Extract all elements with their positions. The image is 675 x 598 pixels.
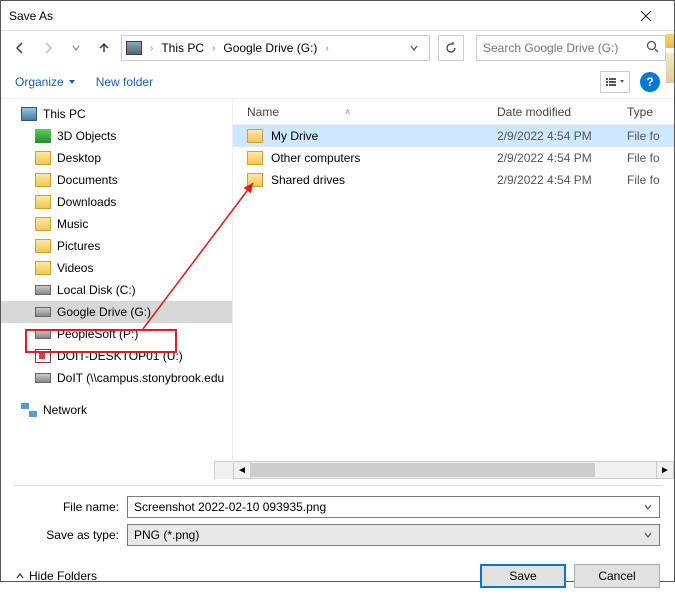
back-button[interactable] [9, 37, 31, 59]
list-item[interactable]: Other computers 2/9/2022 4:54 PM File fo [233, 147, 674, 169]
body-split: This PC 3D Objects Desktop Documents Dow… [1, 99, 674, 479]
tree-item-documents[interactable]: Documents [1, 169, 232, 191]
forward-button[interactable] [37, 37, 59, 59]
tree-item-downloads[interactable]: Downloads [1, 191, 232, 213]
hide-folders-button[interactable]: Hide Folders [15, 569, 97, 583]
column-headers[interactable]: Name˄ Date modified Type [233, 99, 674, 125]
cancel-button[interactable]: Cancel [574, 564, 660, 588]
pictures-icon [35, 239, 51, 253]
refresh-button[interactable] [438, 35, 464, 61]
view-list-icon [605, 76, 617, 88]
search-box[interactable] [476, 35, 666, 61]
folder-icon [247, 173, 263, 187]
list-item[interactable]: Shared drives 2/9/2022 4:54 PM File fo [233, 169, 674, 191]
up-button[interactable] [93, 37, 115, 59]
chevron-down-icon[interactable] [643, 502, 653, 512]
pc-icon [126, 41, 142, 55]
drive-icon [35, 349, 51, 363]
scroll-track[interactable] [251, 461, 656, 479]
scroll-left-icon[interactable]: ◄ [233, 461, 251, 479]
breadcrumb-thispc[interactable]: This PC [157, 36, 208, 60]
chevron-up-icon [15, 571, 25, 581]
documents-icon [35, 173, 51, 187]
downloads-icon [35, 195, 51, 209]
filename-input[interactable] [134, 500, 643, 514]
column-name[interactable]: Name˄ [247, 105, 497, 119]
tree-item-googledrive[interactable]: Google Drive (G:) [1, 301, 232, 323]
close-button[interactable] [626, 2, 666, 30]
filename-input-wrapper[interactable] [127, 496, 660, 518]
savetype-value: PNG (*.png) [134, 528, 199, 542]
tree-scroll-corner [214, 461, 232, 479]
horizontal-scrollbar[interactable]: ◄ ► [233, 461, 674, 479]
organize-label: Organize [15, 75, 64, 89]
tree-item-music[interactable]: Music [1, 213, 232, 235]
save-button[interactable]: Save [480, 564, 566, 588]
view-options-button[interactable] [600, 71, 630, 93]
column-date[interactable]: Date modified [497, 105, 627, 119]
dialog-footer: Hide Folders Save Cancel [1, 558, 674, 598]
search-icon[interactable] [646, 40, 659, 56]
tree-item-localdisk[interactable]: Local Disk (C:) [1, 279, 232, 301]
address-dropdown-icon[interactable] [403, 43, 425, 53]
pc-icon [21, 107, 37, 121]
toolbar: Organize New folder ? [1, 65, 674, 99]
window-title: Save As [9, 9, 626, 23]
new-folder-button[interactable]: New folder [96, 75, 153, 89]
titlebar: Save As [1, 1, 674, 31]
breadcrumb-drive[interactable]: Google Drive (G:) [219, 36, 321, 60]
file-list: Name˄ Date modified Type My Drive 2/9/20… [233, 99, 674, 479]
tree-item-peoplesoft[interactable]: PeopleSoft (P:) [1, 323, 232, 345]
scroll-thumb[interactable] [251, 463, 595, 477]
tree-item-network[interactable]: Network [1, 399, 232, 421]
search-input[interactable] [483, 41, 640, 55]
address-bar[interactable]: › This PC › Google Drive (G:) › [121, 35, 430, 61]
chevron-right-icon[interactable]: › [210, 43, 217, 54]
savetype-label: Save as type: [15, 528, 119, 542]
folder-icon [247, 151, 263, 165]
folder-icon [247, 129, 263, 143]
desktop-icon [35, 151, 51, 165]
filename-label: File name: [15, 500, 119, 514]
hide-folders-label: Hide Folders [29, 569, 97, 583]
chevron-right-icon[interactable]: › [148, 43, 155, 54]
tree-item-desktop[interactable]: Desktop [1, 147, 232, 169]
navigation-tree[interactable]: This PC 3D Objects Desktop Documents Dow… [1, 99, 233, 479]
videos-icon [35, 261, 51, 275]
drive-icon [35, 307, 51, 317]
save-fields: File name: Save as type: PNG (*.png) [1, 486, 674, 558]
chevron-down-icon [619, 79, 625, 85]
network-icon [21, 403, 37, 417]
organize-menu[interactable]: Organize [15, 75, 76, 89]
tree-item-doit-desktop[interactable]: DOIT-DESKTOP01 (U:) [1, 345, 232, 367]
navigation-bar: › This PC › Google Drive (G:) › [1, 31, 674, 65]
column-type[interactable]: Type [627, 105, 674, 119]
music-icon [35, 217, 51, 231]
network-drive-icon [35, 373, 51, 383]
recent-dropdown-icon[interactable] [65, 37, 87, 59]
sort-asc-icon: ˄ [345, 107, 350, 117]
tree-item-pictures[interactable]: Pictures [1, 235, 232, 257]
drive-icon [35, 285, 51, 295]
scroll-right-icon[interactable]: ► [656, 461, 674, 479]
chevron-right-icon[interactable]: › [323, 43, 330, 54]
tree-item-doit-share[interactable]: DoIT (\\campus.stonybrook.edu [1, 367, 232, 389]
savetype-select[interactable]: PNG (*.png) [127, 524, 660, 546]
drive-icon [35, 329, 51, 339]
chevron-down-icon [643, 530, 653, 540]
tree-item-thispc[interactable]: This PC [1, 103, 232, 125]
tree-item-3dobjects[interactable]: 3D Objects [1, 125, 232, 147]
tree-spacer [1, 389, 232, 399]
chevron-down-icon [68, 78, 76, 86]
tree-item-videos[interactable]: Videos [1, 257, 232, 279]
help-button[interactable]: ? [640, 72, 660, 92]
cube-icon [35, 129, 51, 143]
list-item[interactable]: My Drive 2/9/2022 4:54 PM File fo [233, 125, 674, 147]
